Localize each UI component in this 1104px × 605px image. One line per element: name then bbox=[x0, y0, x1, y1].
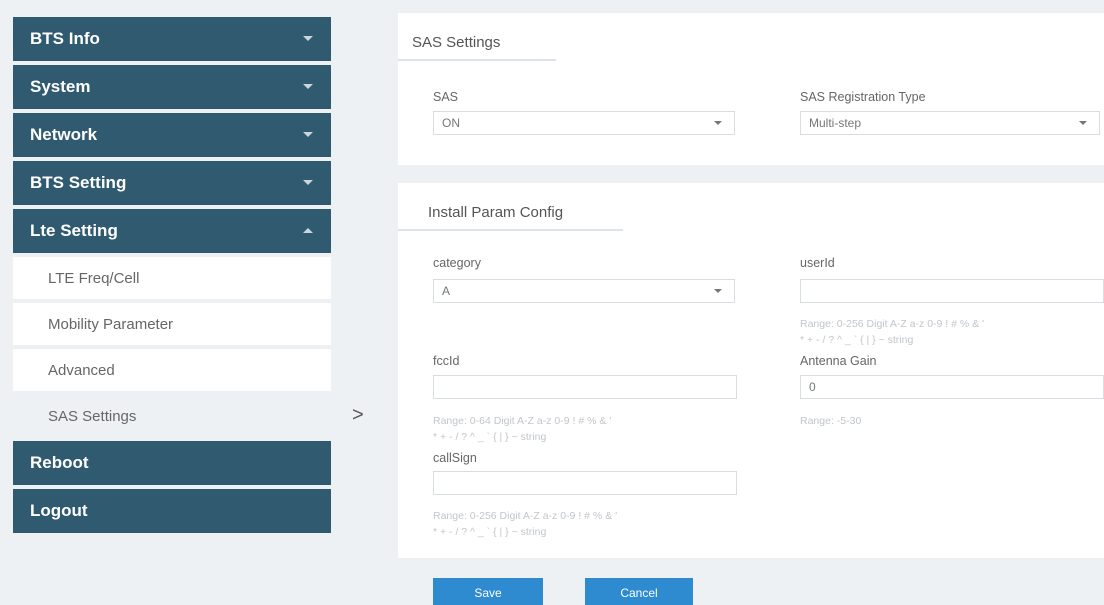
nav-system-label: System bbox=[30, 77, 91, 96]
chevron-down-icon bbox=[714, 289, 722, 293]
category-select[interactable]: A bbox=[433, 279, 735, 303]
sas-select-value: ON bbox=[442, 116, 460, 130]
sidebar-item-label: LTE Freq/Cell bbox=[48, 269, 140, 287]
nav-lte-setting-label: Lte Setting bbox=[30, 221, 118, 240]
sidebar-item-label: SAS Settings bbox=[48, 407, 137, 425]
sidebar-item-mobility-parameter[interactable]: Mobility Parameter bbox=[13, 303, 331, 345]
chevron-down-icon bbox=[303, 180, 313, 185]
sidebar-item-label: Advanced bbox=[48, 361, 115, 379]
chevron-down-icon bbox=[714, 121, 722, 125]
chevron-down-icon bbox=[1079, 121, 1087, 125]
userid-label: userId bbox=[800, 256, 835, 270]
userid-field[interactable] bbox=[800, 279, 1104, 303]
nav-system[interactable]: System bbox=[13, 65, 331, 109]
nav-bts-setting-label: BTS Setting bbox=[30, 173, 127, 192]
nav-reboot[interactable]: Reboot bbox=[13, 441, 331, 485]
chevron-down-icon bbox=[303, 132, 313, 137]
chevron-down-icon bbox=[303, 84, 313, 89]
expand-arrow-icon[interactable]: > bbox=[352, 404, 364, 427]
nav-reboot-label: Reboot bbox=[30, 453, 89, 472]
reg-type-select-value: Multi-step bbox=[809, 116, 862, 130]
antenna-gain-field[interactable]: 0 bbox=[800, 375, 1104, 399]
antenna-gain-hint: Range: -5-30 bbox=[800, 415, 862, 427]
category-label: category bbox=[433, 256, 481, 270]
fccid-hint-1: Range: 0-64 Digit A-Z a-z 0-9 ! # % & ' bbox=[433, 415, 612, 427]
callsign-field[interactable] bbox=[433, 471, 737, 495]
sas-label: SAS bbox=[433, 90, 459, 104]
antenna-gain-field-value: 0 bbox=[809, 380, 816, 394]
cancel-button[interactable]: Cancel bbox=[585, 578, 693, 605]
reg-type-select[interactable]: Multi-step bbox=[800, 111, 1100, 135]
sidebar-item-label: Mobility Parameter bbox=[48, 315, 174, 333]
callsign-hint-2: * + - / ? ^ _ ` { | } ~ string bbox=[433, 526, 547, 538]
antenna-gain-label: Antenna Gain bbox=[800, 354, 877, 368]
panel-title: SAS Settings bbox=[412, 34, 501, 51]
panel-title: Install Param Config bbox=[428, 204, 564, 221]
nav-network-label: Network bbox=[30, 125, 98, 144]
nav-bts-info-label: BTS Info bbox=[30, 29, 100, 48]
fccid-hint-2: * + - / ? ^ _ ` { | } ~ string bbox=[433, 431, 547, 443]
save-button[interactable]: Save bbox=[433, 578, 543, 605]
sas-select[interactable]: ON bbox=[433, 111, 735, 135]
callsign-hint-1: Range: 0-256 Digit A-Z a-z 0-9 ! # % & ' bbox=[433, 510, 618, 522]
fccid-field[interactable] bbox=[433, 375, 737, 399]
sidebar-item-sas-settings[interactable]: SAS Settings bbox=[13, 395, 331, 437]
chevron-down-icon bbox=[303, 36, 313, 41]
nav-network[interactable]: Network bbox=[13, 113, 331, 157]
category-select-value: A bbox=[442, 284, 451, 298]
nav-logout-label: Logout bbox=[30, 501, 88, 520]
nav-bts-setting[interactable]: BTS Setting bbox=[13, 161, 331, 205]
sas-settings-panel: SAS Settings SAS ON SAS Registration Typ… bbox=[398, 13, 1104, 165]
userid-hint-2: * + - / ? ^ _ ` { | } ~ string bbox=[800, 334, 914, 346]
nav-lte-setting[interactable]: Lte Setting bbox=[13, 209, 331, 253]
sidebar-item-advanced[interactable]: Advanced bbox=[13, 349, 331, 391]
install-param-panel: Install Param Config category A userId R… bbox=[398, 183, 1104, 558]
title-underline bbox=[398, 229, 623, 231]
sidebar-item-lte-freq-cell[interactable]: LTE Freq/Cell bbox=[13, 257, 331, 299]
reg-type-label: SAS Registration Type bbox=[800, 90, 926, 104]
nav-logout[interactable]: Logout bbox=[13, 489, 331, 533]
userid-hint-1: Range: 0-256 Digit A-Z a-z 0-9 ! # % & ' bbox=[800, 318, 985, 330]
chevron-up-icon bbox=[303, 228, 313, 233]
sidebar: BTS Info System Network BTS Setting Lte … bbox=[13, 17, 331, 537]
title-underline bbox=[398, 59, 556, 61]
nav-bts-info[interactable]: BTS Info bbox=[13, 17, 331, 61]
fccid-label: fccId bbox=[433, 354, 460, 368]
callsign-label: callSign bbox=[433, 451, 477, 465]
